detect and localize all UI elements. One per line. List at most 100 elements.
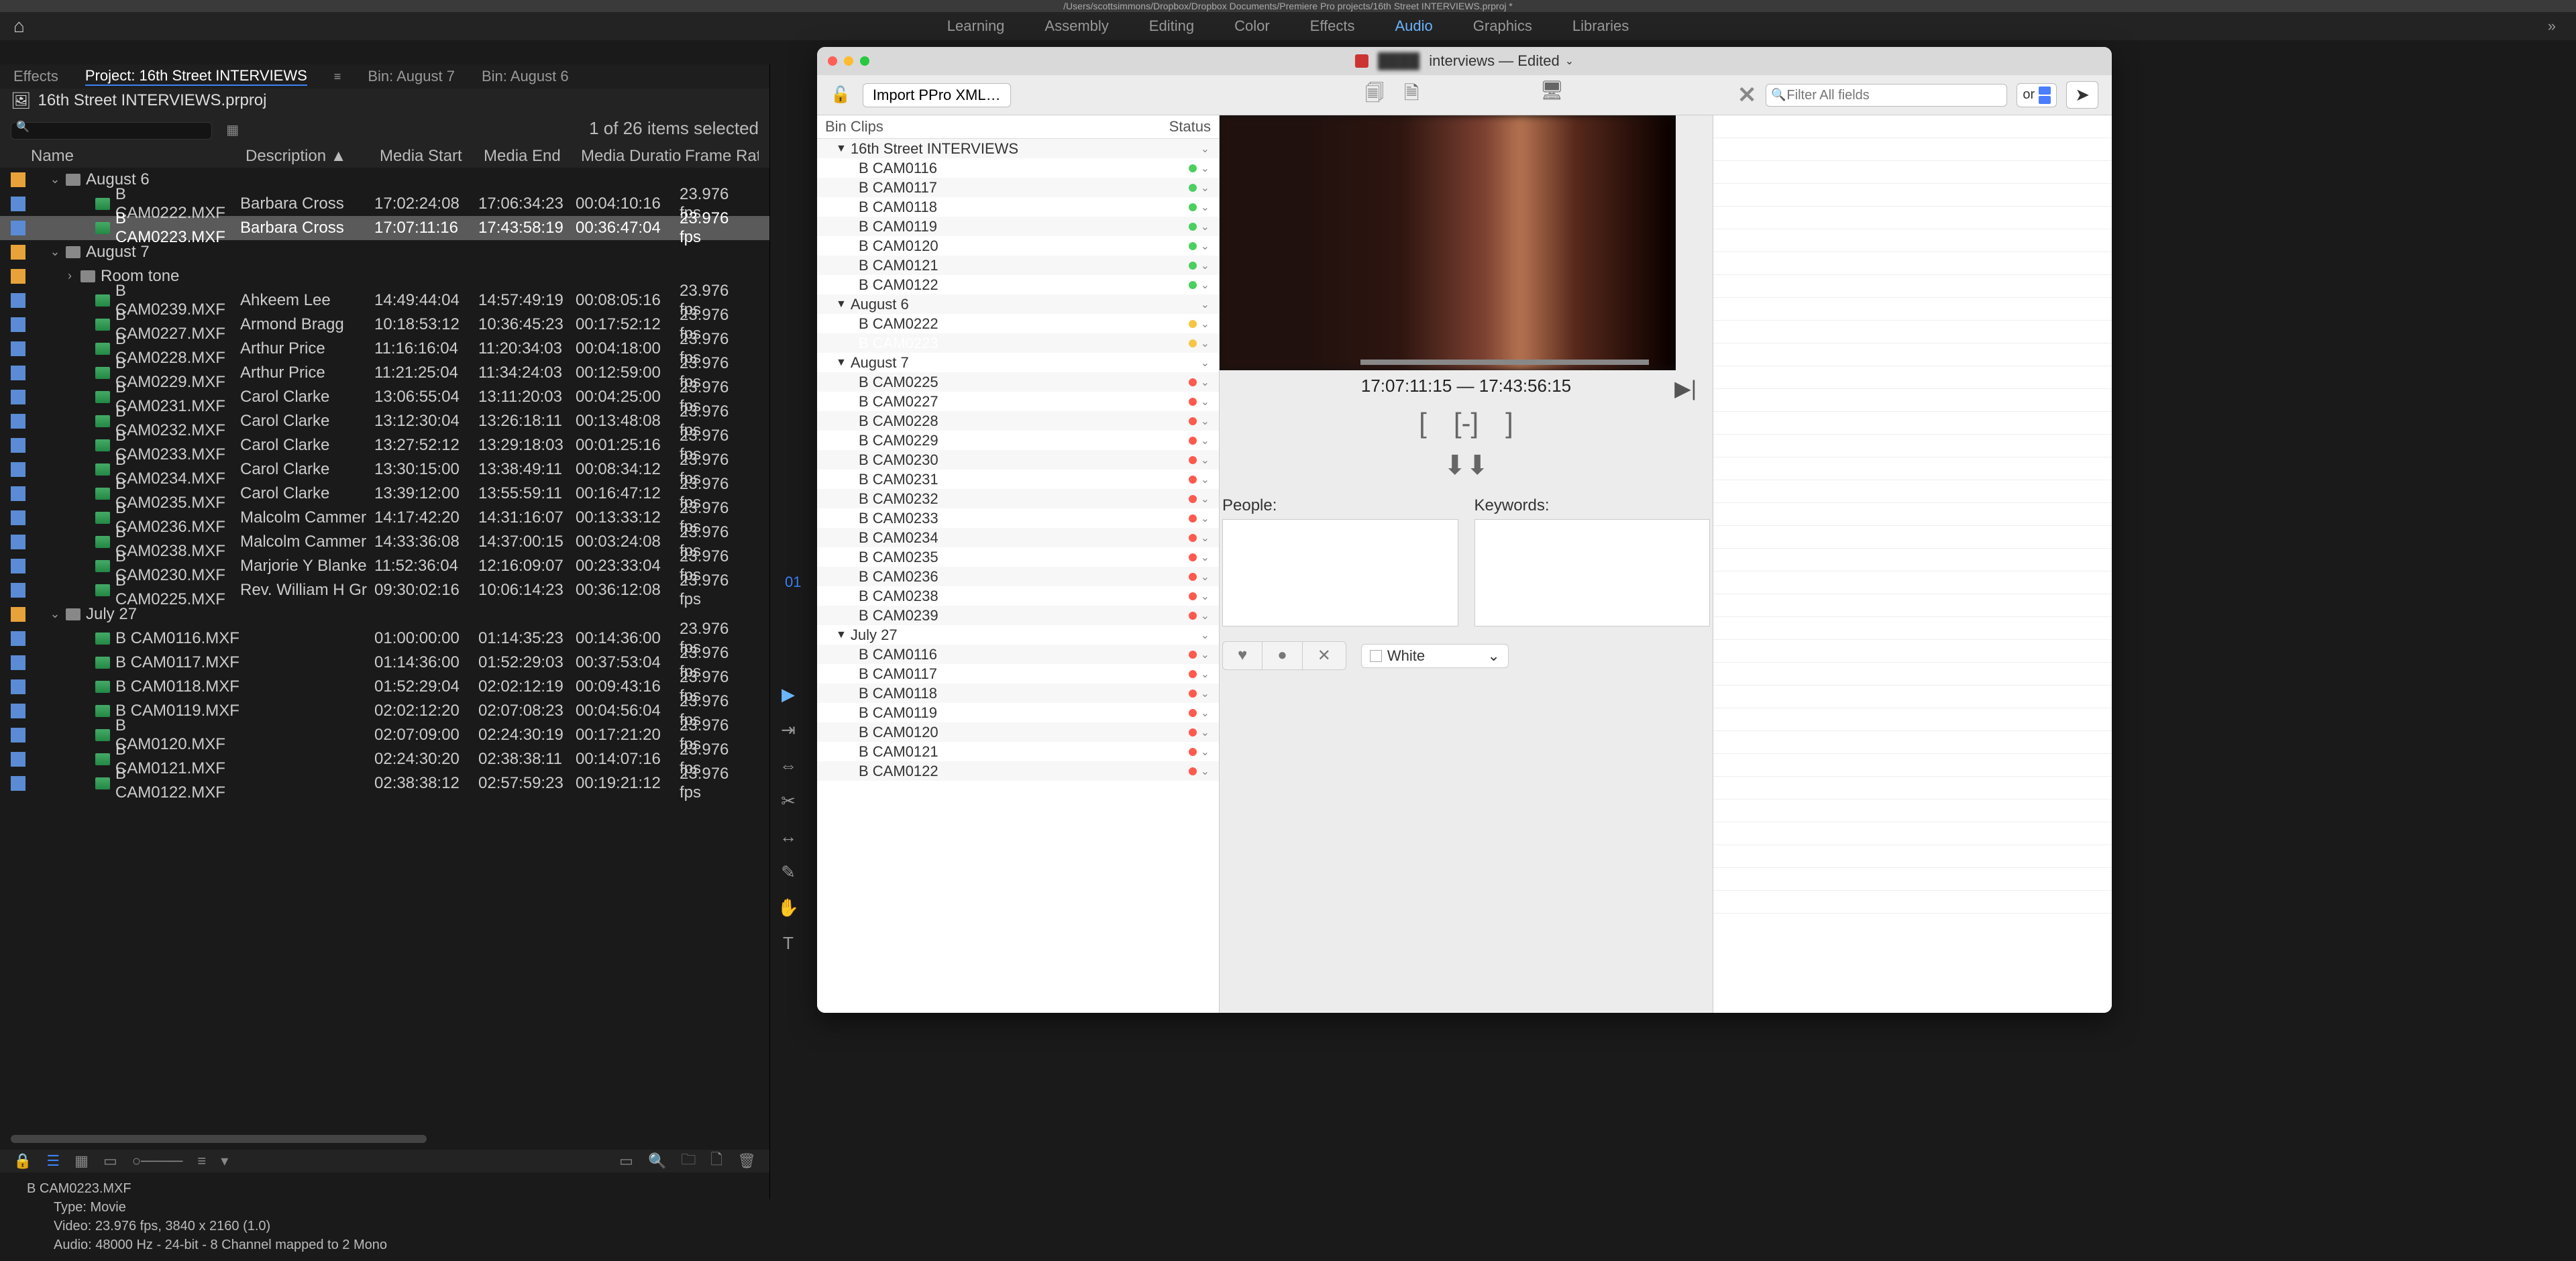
tree-clip[interactable]: B CAM0230⌄ bbox=[817, 450, 1219, 470]
ws-learning[interactable]: Learning bbox=[947, 17, 1005, 35]
label-color[interactable] bbox=[11, 535, 25, 549]
document-proxy-icon[interactable] bbox=[1355, 54, 1368, 68]
label-color[interactable] bbox=[11, 510, 25, 525]
tab-project[interactable]: Project: 16th Street INTERVIEWS bbox=[85, 67, 307, 86]
find-icon[interactable]: 🔍 bbox=[648, 1152, 666, 1170]
status-chevron-icon[interactable]: ⌄ bbox=[1201, 337, 1210, 350]
script-icon[interactable]: 🗎 bbox=[1404, 79, 1419, 111]
label-color[interactable] bbox=[11, 631, 25, 646]
reject-icon[interactable]: ✕ bbox=[1303, 642, 1346, 669]
sort-icon[interactable]: ≡ bbox=[197, 1152, 206, 1170]
ws-effects[interactable]: Effects bbox=[1310, 17, 1355, 35]
pen-tool-icon[interactable]: ✎ bbox=[781, 862, 796, 883]
status-chevron-icon[interactable]: ⌄ bbox=[1201, 220, 1210, 233]
status-chevron-icon[interactable]: ⌄ bbox=[1201, 648, 1210, 661]
and-or-toggle[interactable]: or bbox=[2017, 83, 2057, 107]
mark-clip-icon[interactable]: [-] bbox=[1454, 407, 1479, 439]
ripple-tool-icon[interactable]: ⇔ bbox=[780, 755, 797, 776]
type-tool-icon[interactable]: T bbox=[783, 933, 794, 954]
notes-pane[interactable] bbox=[1713, 115, 2112, 1013]
tree-clip[interactable]: B CAM0116⌄ bbox=[817, 158, 1219, 178]
hand-tool-icon[interactable]: ✋ bbox=[777, 897, 799, 918]
tree-clip[interactable]: B CAM0120⌄ bbox=[817, 236, 1219, 256]
color-label-select[interactable]: White ⌄ bbox=[1361, 644, 1509, 668]
lock-icon[interactable]: 🔓 bbox=[830, 85, 851, 105]
icon-view-icon[interactable]: ▦ bbox=[74, 1152, 89, 1170]
tree-clip[interactable]: B CAM0116⌄ bbox=[817, 645, 1219, 664]
new-bin-icon[interactable]: 🗀 bbox=[681, 1148, 696, 1174]
logger-titlebar[interactable]: ████interviews — Edited⌄ bbox=[817, 47, 2112, 75]
label-color[interactable] bbox=[11, 462, 25, 477]
label-color[interactable] bbox=[11, 341, 25, 356]
label-color[interactable] bbox=[11, 390, 25, 404]
tree-clip[interactable]: B CAM0236⌄ bbox=[817, 567, 1219, 586]
tree-clip[interactable]: B CAM0118⌄ bbox=[817, 683, 1219, 703]
copy-icon[interactable]: 🗐 bbox=[1365, 79, 1384, 111]
tree-clip[interactable]: B CAM0122⌄ bbox=[817, 761, 1219, 781]
tree-group[interactable]: ▼July 27⌄ bbox=[817, 625, 1219, 645]
neutral-icon[interactable]: ● bbox=[1263, 642, 1303, 669]
tree-group[interactable]: ▼August 7⌄ bbox=[817, 353, 1219, 372]
list-view-icon[interactable]: ☰ bbox=[46, 1152, 60, 1170]
new-item-icon[interactable]: 🗋 bbox=[710, 1148, 722, 1174]
keywords-input[interactable] bbox=[1474, 519, 1711, 626]
label-color[interactable] bbox=[11, 438, 25, 453]
zoom-icon[interactable] bbox=[860, 56, 869, 66]
label-color[interactable] bbox=[11, 679, 25, 694]
tree-clip[interactable]: B CAM0228⌄ bbox=[817, 411, 1219, 431]
clip-row[interactable]: B CAM0223.MXFBarbara Cross17:07:11:1617:… bbox=[0, 216, 769, 240]
insert-below-icon[interactable]: ⬇⬇ bbox=[1444, 450, 1489, 481]
h-scrollbar[interactable] bbox=[11, 1132, 759, 1146]
home-icon[interactable]: ⌂ bbox=[13, 15, 25, 37]
disclosure-icon[interactable]: ▼ bbox=[836, 143, 847, 155]
status-chevron-icon[interactable]: ⌄ bbox=[1201, 317, 1210, 331]
status-chevron-icon[interactable]: ⌄ bbox=[1201, 298, 1210, 311]
rw-lock-icon[interactable]: 🔒 bbox=[13, 1152, 32, 1170]
tree-clip[interactable]: B CAM0238⌄ bbox=[817, 586, 1219, 606]
ws-editing[interactable]: Editing bbox=[1149, 17, 1194, 35]
status-chevron-icon[interactable]: ⌄ bbox=[1201, 162, 1210, 175]
ws-audio[interactable]: Audio bbox=[1395, 17, 1433, 35]
close-icon[interactable] bbox=[828, 56, 837, 66]
status-chevron-icon[interactable]: ⌄ bbox=[1201, 278, 1210, 292]
clear-x-icon[interactable]: ✕ bbox=[1737, 82, 1757, 109]
tree-clip[interactable]: B CAM0122⌄ bbox=[817, 275, 1219, 294]
status-chevron-icon[interactable]: ⌄ bbox=[1201, 239, 1210, 253]
ws-graphics[interactable]: Graphics bbox=[1473, 17, 1532, 35]
video-thumbnail[interactable] bbox=[1220, 115, 1676, 370]
tab-bin-aug6[interactable]: Bin: August 6 bbox=[482, 68, 569, 85]
go-to-end-icon[interactable]: ▶| bbox=[1674, 376, 1697, 401]
tree-clip[interactable]: B CAM0121⌄ bbox=[817, 256, 1219, 275]
tree-clip[interactable]: B CAM0231⌄ bbox=[817, 470, 1219, 489]
label-color[interactable] bbox=[11, 559, 25, 573]
status-chevron-icon[interactable]: ⌄ bbox=[1201, 706, 1210, 720]
status-chevron-icon[interactable]: ⌄ bbox=[1201, 453, 1210, 467]
label-color[interactable] bbox=[11, 293, 25, 308]
tree-clip[interactable]: B CAM0235⌄ bbox=[817, 547, 1219, 567]
favorite-icon[interactable]: ♥ bbox=[1223, 642, 1263, 669]
tree-clip[interactable]: B CAM0118⌄ bbox=[817, 197, 1219, 217]
tree-clip[interactable]: B CAM0232⌄ bbox=[817, 489, 1219, 508]
status-chevron-icon[interactable]: ⌄ bbox=[1201, 687, 1210, 700]
selection-tool-icon[interactable]: ▶ bbox=[782, 684, 795, 705]
people-input[interactable] bbox=[1222, 519, 1458, 626]
label-color[interactable] bbox=[11, 583, 25, 598]
status-chevron-icon[interactable]: ⌄ bbox=[1201, 531, 1210, 545]
clip-view-icon[interactable]: ▭ bbox=[619, 1152, 633, 1170]
zoom-slider[interactable]: ○──── bbox=[132, 1152, 183, 1170]
tree-clip[interactable]: B CAM0234⌄ bbox=[817, 528, 1219, 547]
status-chevron-icon[interactable]: ⌄ bbox=[1201, 570, 1210, 584]
display-icon[interactable]: 🖥 bbox=[1540, 79, 1564, 111]
status-chevron-icon[interactable]: ⌄ bbox=[1201, 609, 1210, 622]
label-color[interactable] bbox=[11, 776, 25, 791]
tree-clip[interactable]: B CAM0233⌄ bbox=[817, 508, 1219, 528]
tree-group[interactable]: ▼16th Street INTERVIEWS⌄ bbox=[817, 139, 1219, 158]
import-xml-button[interactable]: Import PPro XML… bbox=[863, 83, 1011, 107]
status-chevron-icon[interactable]: ⌄ bbox=[1201, 512, 1210, 525]
next-arrow-button[interactable]: ➤ bbox=[2066, 81, 2098, 109]
ws-libraries[interactable]: Libraries bbox=[1572, 17, 1629, 35]
trash-icon[interactable]: 🗑 bbox=[737, 1152, 756, 1170]
tree-clip[interactable]: B CAM0223⌄ bbox=[817, 333, 1219, 353]
tab-menu-icon[interactable]: ≡ bbox=[334, 70, 341, 84]
status-chevron-icon[interactable]: ⌄ bbox=[1201, 551, 1210, 564]
